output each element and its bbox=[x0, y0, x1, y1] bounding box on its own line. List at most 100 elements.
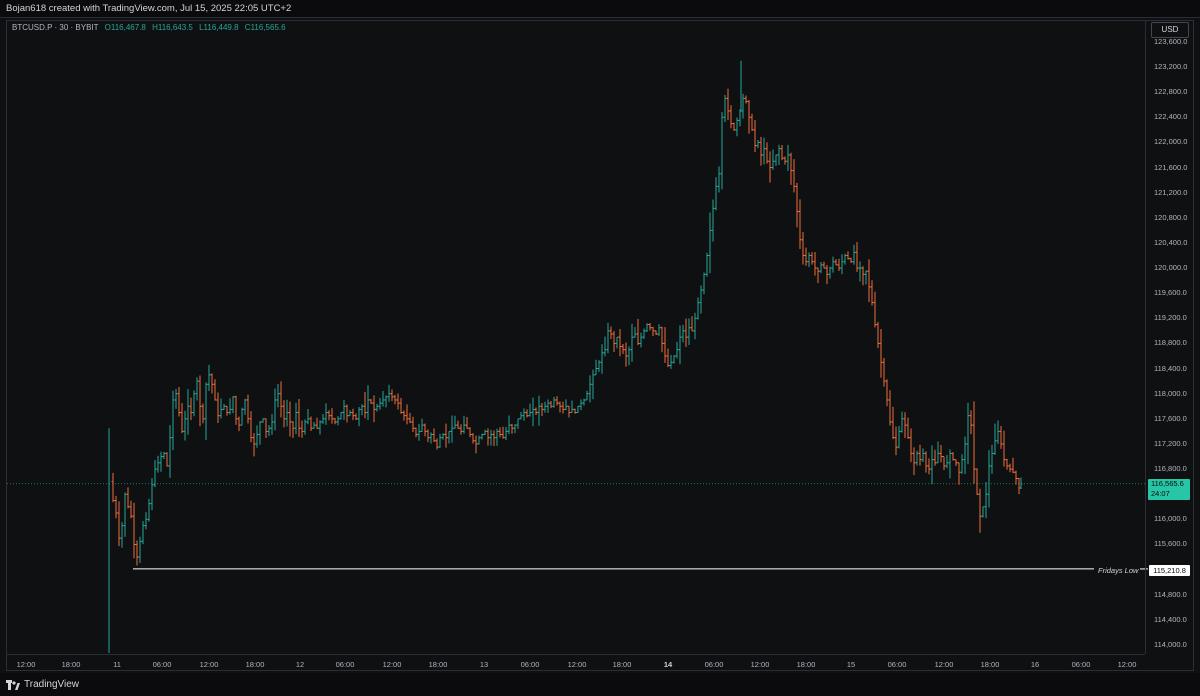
ohlc-bar bbox=[681, 324, 685, 343]
ohlc-bar bbox=[867, 259, 871, 302]
ohlc-bar bbox=[492, 430, 496, 447]
ohlc-bar bbox=[660, 326, 664, 353]
ohlc-bar bbox=[903, 412, 907, 438]
ohlc-bar bbox=[729, 105, 733, 129]
ohlc-bar bbox=[345, 404, 349, 423]
ohlc-bar bbox=[618, 328, 622, 357]
ohlc-bar bbox=[942, 456, 946, 471]
time-axis-label: 06:00 bbox=[704, 660, 724, 669]
ohlc-bar bbox=[954, 459, 958, 467]
time-axis-label: 06:00 bbox=[335, 660, 355, 669]
ohlc-bar bbox=[375, 403, 379, 412]
ohlc-bar bbox=[615, 336, 619, 349]
ohlc-bar bbox=[450, 415, 454, 443]
ohlc-bar bbox=[285, 399, 289, 427]
ohlc-bar bbox=[711, 199, 715, 242]
ohlc-bar bbox=[633, 327, 637, 338]
ohlc-bar bbox=[384, 395, 388, 408]
ohlc-bar bbox=[306, 408, 310, 425]
price-axis-label: 122,400.0 bbox=[1154, 112, 1188, 122]
ohlc-bar bbox=[408, 412, 412, 424]
price-axis-label: 114,800.0 bbox=[1154, 589, 1187, 599]
ohlc-bar bbox=[624, 342, 628, 367]
tradingview-logo[interactable]: TradingView bbox=[6, 673, 79, 696]
ohlc-bar bbox=[912, 447, 916, 476]
ohlc-bar bbox=[231, 396, 235, 414]
ohlc-bar bbox=[366, 385, 370, 421]
ohlc-bar bbox=[183, 410, 187, 441]
ohlc-bar bbox=[1011, 457, 1015, 474]
ohlc-bar bbox=[180, 403, 184, 434]
price-axis-label: 119,200.0 bbox=[1154, 313, 1187, 323]
ohlc-bar bbox=[234, 395, 238, 425]
ohlc-bar bbox=[459, 424, 463, 435]
ohlc-bar bbox=[771, 149, 775, 170]
ohlc-bar bbox=[123, 492, 127, 537]
ohlc-bar bbox=[156, 455, 160, 473]
ohlc-bar bbox=[471, 433, 475, 444]
time-axis[interactable]: 12:00 18:00 11 06:00 12:00 18:00 12 06:00 12:00 1… bbox=[7, 654, 1145, 671]
ohlc-bar bbox=[399, 398, 403, 414]
ohlc-bar bbox=[849, 257, 853, 263]
ohlc-bar bbox=[327, 410, 331, 421]
ohlc-bar bbox=[222, 404, 226, 410]
ohlc-bar bbox=[726, 88, 730, 121]
time-axis-label: 12:00 bbox=[567, 660, 587, 669]
ohlc-bar bbox=[696, 297, 700, 320]
time-axis-label: 12:00 bbox=[16, 660, 36, 669]
price-axis-label: 114,400.0 bbox=[1154, 614, 1187, 624]
price-axis-label: 122,000.0 bbox=[1154, 137, 1188, 147]
ohlc-bar bbox=[819, 262, 823, 274]
ohlc-bar bbox=[435, 438, 439, 450]
ohlc-bar bbox=[507, 415, 511, 435]
ohlc-bar bbox=[1017, 478, 1021, 495]
ohlc-bar bbox=[906, 417, 910, 439]
ohlc-bar bbox=[600, 344, 604, 374]
ohlc-bar bbox=[420, 418, 424, 433]
ohlc-bar bbox=[294, 402, 298, 435]
legend-close: C116,565.6 bbox=[244, 23, 286, 32]
ohlc-bar bbox=[720, 112, 724, 190]
ohlc-bar bbox=[258, 421, 262, 445]
ohlc-bar bbox=[858, 261, 862, 282]
ohlc-bar bbox=[780, 144, 784, 161]
time-axis-label: 18:00 bbox=[980, 660, 1000, 669]
price-axis-label: 118,000.0 bbox=[1154, 388, 1187, 398]
ohlc-bar bbox=[144, 512, 148, 530]
ohlc-bar bbox=[369, 398, 373, 404]
ohlc-bar bbox=[468, 427, 472, 438]
ohlc-bar bbox=[834, 259, 838, 266]
ohlc-bar bbox=[813, 252, 817, 276]
ohlc-bar bbox=[387, 384, 391, 402]
ohlc-bar bbox=[495, 428, 499, 446]
ohlc-bar bbox=[240, 407, 244, 426]
time-axis-label: 06:00 bbox=[887, 660, 907, 669]
ohlc-bar bbox=[531, 397, 535, 427]
ohlc-bar bbox=[573, 408, 577, 414]
bar-countdown: 24:07 bbox=[1151, 489, 1170, 498]
ohlc-bar bbox=[360, 404, 364, 416]
ohlc-bar bbox=[273, 388, 277, 431]
ohlc-bar bbox=[909, 428, 913, 463]
time-axis-label: 12:00 bbox=[750, 660, 770, 669]
ohlc-bar bbox=[411, 416, 415, 432]
ohlc-bar bbox=[897, 425, 901, 449]
ohlc-bar bbox=[735, 117, 739, 137]
ohlc-bar bbox=[177, 387, 181, 417]
ohlc-bar bbox=[831, 256, 835, 273]
ohlc-bar bbox=[585, 390, 589, 401]
current-price-tag: 116,565.6 24:07 bbox=[1148, 479, 1190, 500]
ohlc-bar bbox=[981, 506, 985, 518]
ohlc-bar bbox=[165, 452, 169, 467]
ohlc-bar bbox=[150, 478, 154, 511]
ohlc-bar bbox=[699, 285, 703, 314]
ohlc-bar bbox=[303, 419, 307, 435]
price-axis[interactable]: 123,600.0 123,200.0 122,800.0 122,400.0 122,… bbox=[1145, 21, 1194, 654]
tradingview-logo-icon bbox=[6, 679, 20, 690]
ohlc-bar bbox=[447, 430, 451, 444]
price-chart[interactable] bbox=[0, 0, 1200, 696]
ohlc-bar bbox=[198, 375, 202, 427]
ohlc-bar bbox=[588, 375, 592, 403]
price-axis-label: 119,600.0 bbox=[1154, 288, 1187, 298]
ohlc-bar bbox=[480, 433, 484, 440]
